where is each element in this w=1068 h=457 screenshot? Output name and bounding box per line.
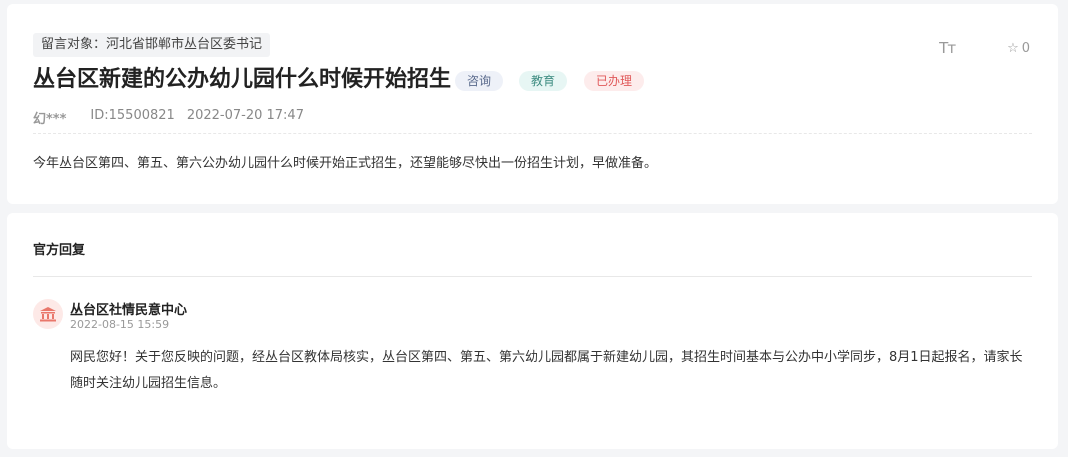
- message-time: 2022-07-20 17:47: [186, 108, 304, 123]
- reply-time: 2022-08-15 15:59: [70, 318, 170, 331]
- message-content: 今年丛台区第四、第五、第六公办幼儿园什么时候开始正式招生，还望能够尽快出一份招生…: [33, 156, 658, 171]
- reply-organization: 丛台区社情民意中心: [70, 303, 188, 318]
- message-card: 留言对象：河北省邯郸市丛台区委书记 丛台区新建的公办幼儿园什么时候开始招生 咨询…: [7, 4, 1058, 204]
- message-id: ID:15500821: [90, 108, 175, 123]
- message-meta: 幻*** ID:15500821 2022-07-20 17:47: [33, 108, 304, 127]
- toolbar: Tт ☆ 0: [939, 39, 1030, 57]
- star-icon: ☆: [1007, 40, 1019, 56]
- reply-heading: 官方回复: [33, 243, 86, 258]
- tag-status-done: 已办理: [584, 71, 645, 91]
- favorite-button[interactable]: ☆ 0: [1007, 41, 1030, 56]
- divider: [33, 133, 1032, 134]
- reply-content: 网民您好！关于您反映的问题，经丛台区教体局核实，丛台区第四、第五、第六幼儿园都属…: [70, 350, 1023, 391]
- star-count: 0: [1021, 40, 1030, 56]
- reply-card: 官方回复 丛台区社情民意中心 2022-08-15 15:59 网民您好！关于您…: [7, 213, 1058, 449]
- tag-education: 教育: [519, 71, 568, 91]
- government-building-icon: [33, 299, 63, 329]
- message-title: 丛台区新建的公办幼儿园什么时候开始招生: [33, 67, 452, 92]
- font-size-icon[interactable]: Tт: [939, 39, 956, 57]
- message-target: 留言对象：河北省邯郸市丛台区委书记: [33, 33, 271, 57]
- tag-consult: 咨询: [455, 71, 504, 91]
- divider: [33, 276, 1032, 277]
- author: 幻***: [33, 112, 67, 127]
